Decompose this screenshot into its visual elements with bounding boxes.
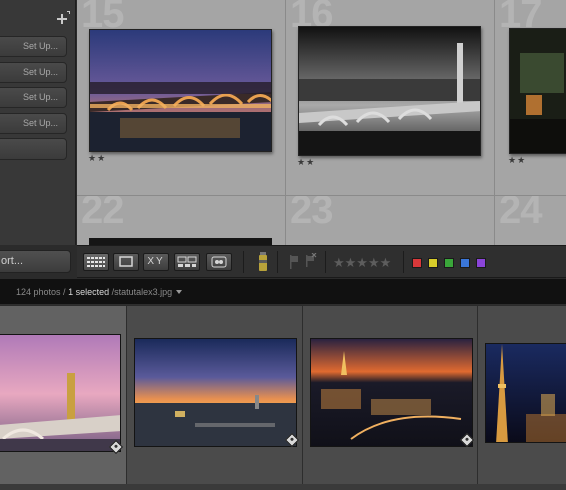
people-view-icon[interactable] <box>206 253 232 271</box>
photo-count: 124 photos / <box>16 287 66 297</box>
filmstrip-cell[interactable] <box>303 306 478 484</box>
survey-view-icon[interactable] <box>174 253 200 271</box>
star-rating: ★★ <box>88 153 107 163</box>
setup-button[interactable]: Set Up... <box>0 62 67 83</box>
filmstrip-header: 124 photos / 1 selected /statutalex3.jpg <box>0 279 566 305</box>
photo-thumbnail[interactable] <box>509 28 566 154</box>
cell-number: 24 <box>499 196 542 232</box>
preset-button[interactable] <box>0 138 67 160</box>
filmstrip-cell[interactable] <box>127 306 303 484</box>
grid-cell[interactable]: 15 ★★ <box>77 0 286 196</box>
setup-button[interactable]: Set Up... <box>0 87 67 108</box>
photo-thumbnail[interactable] <box>298 26 481 156</box>
filmstrip-thumbnail[interactable] <box>134 338 297 447</box>
photo-grid: 15 ★★ 16 ★★ 17 ★★ 22 23 24 <box>77 0 566 256</box>
color-label-red[interactable] <box>412 258 422 268</box>
grid-cell[interactable]: 17 ★★ <box>495 0 566 196</box>
setup-button[interactable]: Set Up... <box>0 113 67 134</box>
toolbar-divider <box>243 251 244 273</box>
compare-view-label: XY <box>147 256 165 267</box>
setup-button[interactable]: Set Up... <box>0 36 67 57</box>
color-label-green[interactable] <box>444 258 454 268</box>
loupe-view-icon[interactable] <box>113 253 139 271</box>
grid-view-icon[interactable] <box>83 253 109 271</box>
photo-thumbnail[interactable] <box>89 29 272 152</box>
library-toolbar: XY ★★★★★ <box>77 245 566 278</box>
compare-view-icon[interactable]: XY <box>143 253 169 271</box>
left-panel: Set Up... Set Up... Set Up... Set Up... <box>0 0 76 245</box>
star-rating-filter[interactable]: ★★★★★ <box>333 255 391 271</box>
cell-number: 22 <box>81 196 124 232</box>
import-button[interactable]: ort... <box>0 250 71 273</box>
toolbar-divider <box>277 251 278 273</box>
spray-can-icon[interactable] <box>257 252 269 272</box>
filmstrip <box>0 306 566 490</box>
caret-down-icon[interactable] <box>176 290 183 294</box>
reject-flag-icon[interactable] <box>305 253 317 267</box>
filmstrip-cell[interactable] <box>0 306 127 484</box>
selection-count: 1 selected <box>68 287 110 297</box>
filmstrip-thumbnail[interactable] <box>0 334 121 452</box>
grid-cell[interactable]: 16 ★★ <box>286 0 495 196</box>
toolbar-divider <box>403 251 404 273</box>
filmstrip-thumbnail[interactable] <box>485 343 566 443</box>
toolbar-divider <box>325 251 326 273</box>
filmstrip-thumbnail[interactable] <box>310 338 473 447</box>
color-label-purple[interactable] <box>476 258 486 268</box>
plus-icon[interactable] <box>57 11 70 24</box>
cell-number: 23 <box>290 196 333 232</box>
star-rating: ★★ <box>508 155 527 165</box>
filmstrip-cell[interactable] <box>478 306 566 484</box>
flag-icon[interactable] <box>289 255 299 269</box>
star-rating: ★★ <box>297 157 316 167</box>
color-label-yellow[interactable] <box>428 258 438 268</box>
filename[interactable]: /statutalex3.jpg <box>112 287 173 297</box>
color-label-blue[interactable] <box>460 258 470 268</box>
